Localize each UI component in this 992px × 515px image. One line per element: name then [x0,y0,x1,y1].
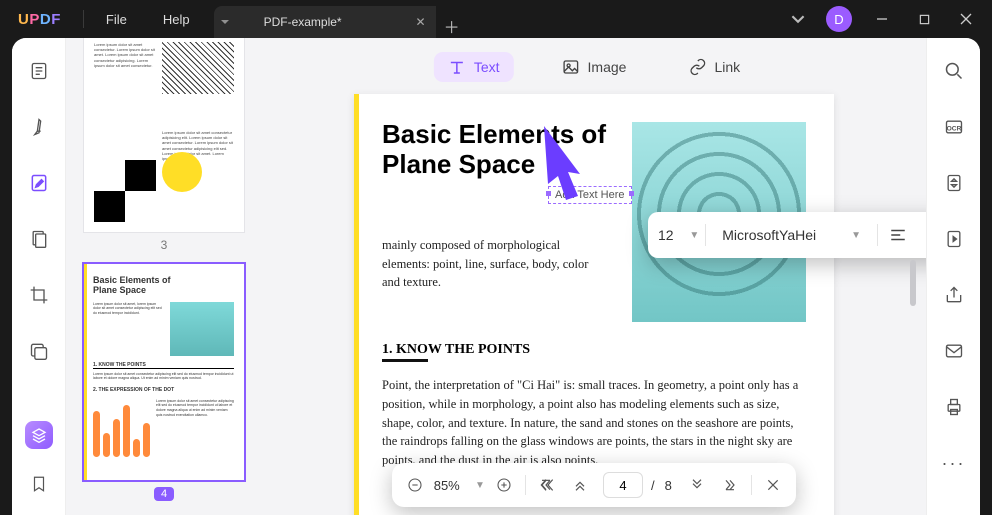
tab-menu-icon[interactable] [214,6,236,38]
thumb4-title-b: Plane Space [93,286,234,296]
tab-strip: PDF-example* ✕ ＋ [214,0,468,38]
app-logo: UPDF [0,11,79,28]
page-title-a: Basic Elements of [382,119,606,149]
add-tab-button[interactable]: ＋ [436,14,468,38]
page-title-b: Plane Space [382,149,535,179]
tab-title: PDF-example* [264,15,342,29]
compress-icon[interactable] [937,166,971,200]
font-family-select[interactable]: MicrosoftYaHei▼ [712,227,871,243]
maximize-button[interactable] [904,4,944,34]
crop-tool-icon[interactable] [22,278,56,312]
edit-tool-icon[interactable] [22,166,56,200]
ocr-icon[interactable]: OCR [937,110,971,144]
page-para-2: Point, the interpretation of "Ci Hai" is… [382,376,806,470]
more-icon[interactable]: ··· [937,446,971,480]
image-tool[interactable]: Image [548,52,641,82]
user-avatar[interactable]: D [826,6,852,32]
left-toolbar [12,38,66,515]
organize-tool-icon[interactable] [22,222,56,256]
link-tool-label: Link [714,59,740,75]
chevron-down-icon[interactable] [780,12,816,26]
thumb4-sec1: 1. KNOW THE POINTS [93,362,234,369]
share-icon[interactable] [937,278,971,312]
font-size-select[interactable]: 12 ▼ [658,227,699,243]
titlebar: UPDF File Help PDF-example* ✕ ＋ D [0,0,992,38]
next-page-button[interactable] [682,470,712,500]
close-tab-icon[interactable]: ✕ [416,15,426,29]
zoom-value: 85% [434,478,460,493]
text-format-toolbar: 12 ▼ MicrosoftYaHei▼ B I [648,212,926,258]
page-number-input[interactable] [603,472,643,498]
text-tool-label: Text [474,59,500,75]
search-icon[interactable] [937,54,971,88]
bookmark-icon[interactable] [22,467,56,501]
convert-icon[interactable] [937,222,971,256]
svg-text:OCR: OCR [946,125,961,132]
thumbnail-page-4[interactable]: Basic Elements of Plane Space Lorem ipsu… [84,264,244,480]
page-para-intro: mainly composed of morphological element… [382,236,602,292]
text-tool[interactable]: Text [434,52,514,82]
font-size-value: 12 [658,227,674,243]
section-heading-1: 1. KNOW THE POINTS [382,342,806,362]
document-page[interactable]: Basic Elements ofPlane Space Add Text He… [354,94,834,515]
scrollbar-thumb[interactable] [910,260,916,306]
print-icon[interactable] [937,390,971,424]
annotate-tool-icon[interactable] [22,110,56,144]
page-total: 8 [665,478,672,493]
prev-page-button[interactable] [565,470,595,500]
email-icon[interactable] [937,334,971,368]
close-window-button[interactable] [946,4,986,34]
thumbnails-panel: Lorem ipsum dolor sit amet consectetur. … [66,38,262,515]
close-pager-button[interactable] [758,470,788,500]
menu-file[interactable]: File [88,0,145,38]
thumb-label-4: 4 [84,480,244,513]
add-text-placeholder[interactable]: Add Text Here [548,186,632,204]
zoom-out-button[interactable] [400,470,430,500]
last-page-button[interactable] [716,470,746,500]
document-tab[interactable]: PDF-example* ✕ [236,6,436,38]
thumbnail-page-3[interactable]: Lorem ipsum dolor sit amet consectetur. … [84,38,244,232]
thumb4-sec2: 2. THE EXPRESSION OF THE DOT [93,387,234,393]
minimize-button[interactable] [862,4,902,34]
page-navigator: 85% ▼ / 8 [392,463,796,507]
edit-mode-tools: Text Image Link [434,52,754,82]
image-tool-label: Image [588,59,627,75]
reader-tool-icon[interactable] [22,54,56,88]
page-sep: / [651,478,655,493]
zoom-in-button[interactable] [489,470,519,500]
first-page-button[interactable] [532,470,562,500]
zoom-select[interactable]: 85% ▼ [434,478,485,493]
layers-button[interactable] [25,421,53,449]
link-tool[interactable]: Link [674,52,754,82]
redact-tool-icon[interactable] [22,334,56,368]
right-toolbar: OCR ··· [926,38,980,515]
menu-help[interactable]: Help [145,0,208,38]
thumb-label-3: 3 [84,232,244,264]
document-canvas: Text Image Link Basic Elements ofPlane S… [262,38,926,515]
font-family-value: MicrosoftYaHei [722,227,816,243]
bold-button[interactable]: B [918,226,926,244]
align-icon[interactable] [884,226,912,244]
